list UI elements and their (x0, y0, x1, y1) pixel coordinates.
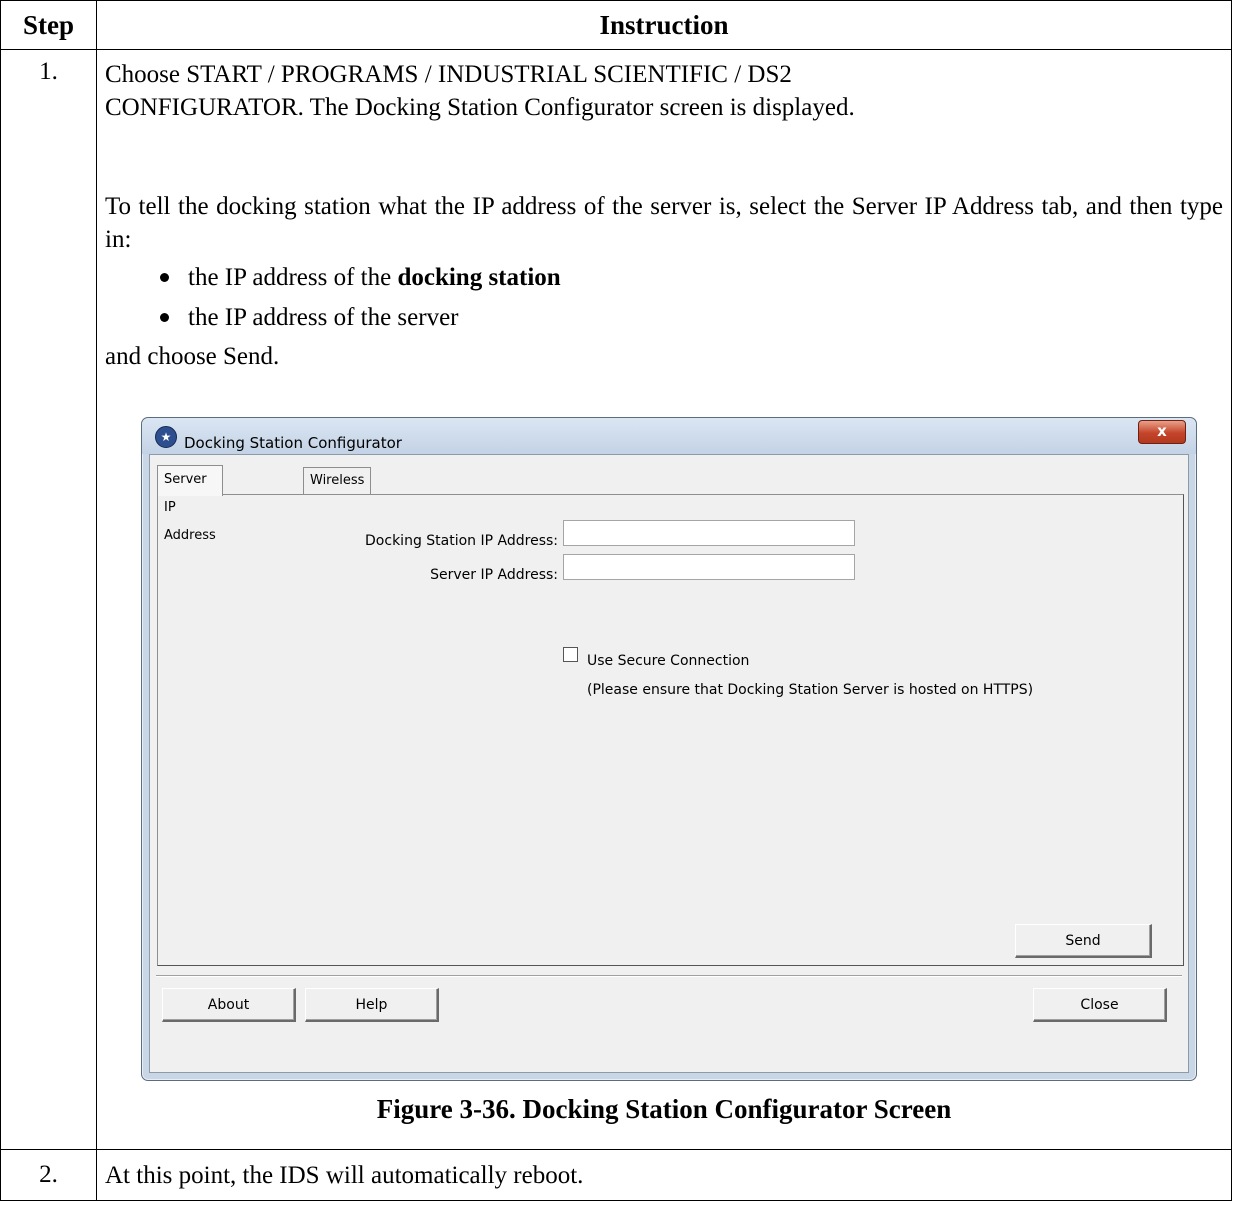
docking-ip-field[interactable] (563, 520, 855, 546)
bullet-text: the IP address of the (188, 264, 398, 291)
bullet-item: the IP address of the server (105, 298, 1223, 338)
tab-server-ip-address[interactable]: Server IP Address (157, 465, 223, 543)
instruction-line: Choose START / PROGRAMS / INDUSTRIAL SCI… (105, 61, 792, 88)
figure-caption: Figure 3-36. Docking Station Configurato… (376, 1094, 952, 1124)
bullet-bold-text: docking station (397, 264, 561, 291)
send-button[interactable]: Send (1015, 924, 1152, 958)
secure-connection-checkbox[interactable] (563, 647, 578, 662)
close-button[interactable]: Close (1033, 988, 1167, 1022)
bullet-text: the IP address of the server (188, 304, 459, 331)
dialog-client-area: Server IP Address Wireless Docking Stati… (149, 454, 1189, 1073)
table-header-row: Step Instruction (0, 0, 1232, 50)
app-logo-icon: ★ (155, 426, 177, 448)
tab-wireless[interactable]: Wireless (303, 467, 372, 494)
table-row-step1: 1. Choose START / PROGRAMS / INDUSTRIAL … (0, 49, 1232, 1150)
footer-divider (156, 975, 1182, 977)
bullet-icon (160, 313, 169, 322)
step-column-header: Step (0, 0, 97, 50)
bullet-icon (160, 273, 169, 282)
about-button[interactable]: About (162, 988, 296, 1022)
instruction-paragraph: To tell the docking station what the IP … (105, 193, 1223, 253)
help-button[interactable]: Help (305, 988, 439, 1022)
docking-ip-label: Docking Station IP Address: (365, 533, 558, 549)
server-ip-panel: Docking Station IP Address: Server IP Ad… (157, 494, 1184, 966)
instruction-line: CONFIGURATOR. The Docking Station Config… (105, 94, 855, 121)
server-ip-label: Server IP Address: (430, 567, 558, 583)
step-instruction: At this point, the IDS will automaticall… (96, 1149, 1232, 1201)
instruction-table: Step Instruction 1. Choose START / PROGR… (0, 0, 1232, 1201)
instruction-column-header: Instruction (96, 0, 1232, 50)
table-row-step2: 2. At this point, the IDS will automatic… (0, 1149, 1232, 1201)
bullet-list: the IP address of the docking station th… (105, 258, 1223, 338)
step-number: 2. (0, 1149, 97, 1201)
configurator-dialog: ★ Docking Station Configurator x Server … (141, 417, 1197, 1081)
dialog-titlebar[interactable]: ★ Docking Station Configurator x (142, 418, 1196, 454)
bullet-item: the IP address of the docking station (105, 258, 1223, 298)
step-number: 1. (0, 49, 97, 1150)
instruction-closing: and choose Send. (105, 343, 280, 370)
server-ip-field[interactable] (563, 554, 855, 580)
secure-connection-note: (Please ensure that Docking Station Serv… (587, 682, 1034, 698)
window-close-button[interactable]: x (1138, 420, 1186, 444)
step-instruction: Choose START / PROGRAMS / INDUSTRIAL SCI… (96, 49, 1232, 1150)
